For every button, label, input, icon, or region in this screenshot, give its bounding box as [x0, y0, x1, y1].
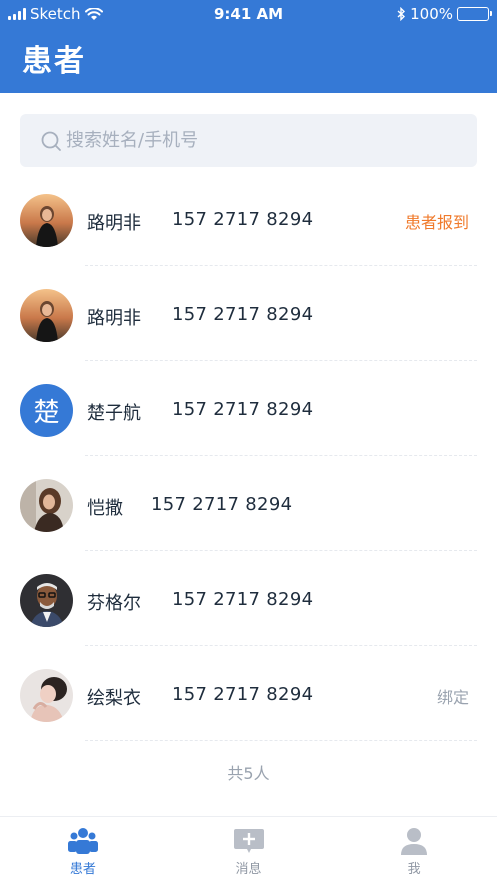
patient-row[interactable]: 绘梨衣 157 2717 8294 绑定: [20, 643, 477, 741]
search-bar[interactable]: [20, 114, 477, 167]
search-input[interactable]: [66, 130, 446, 151]
tab-me[interactable]: 我: [331, 817, 497, 883]
tab-bar: 患者 消息 我: [0, 816, 497, 883]
profile-icon: [401, 828, 428, 855]
patient-name: 路明非: [87, 308, 141, 329]
patient-phone: 157 2717 8294: [172, 589, 314, 610]
patient-name: 恺撒: [87, 498, 123, 519]
avatar: [20, 479, 73, 532]
divider: [85, 740, 477, 741]
patient-total: 共5人: [227, 764, 270, 783]
patient-name: 楚子航: [87, 403, 141, 424]
patient-phone: 157 2717 8294: [172, 209, 314, 230]
avatar: [20, 669, 73, 722]
patients-icon: [67, 828, 98, 854]
battery-icon: [457, 7, 492, 21]
status-badge: 患者报到: [404, 213, 469, 232]
tab-label: 患者: [69, 862, 96, 877]
avatar: [20, 194, 73, 247]
patient-row[interactable]: 恺撒 157 2717 8294: [20, 453, 477, 551]
search-icon: [41, 131, 61, 151]
bluetooth-icon: [397, 7, 406, 21]
page-title: 患者: [22, 44, 86, 79]
patient-name: 绘梨衣: [87, 688, 141, 709]
patient-row[interactable]: 楚 楚子航 157 2717 8294: [20, 358, 477, 456]
avatar: 楚: [20, 384, 73, 437]
bind-badge[interactable]: 绑定: [437, 684, 469, 708]
patient-name: 路明非: [87, 213, 141, 234]
patient-row[interactable]: 路明非 157 2717 8294: [20, 263, 477, 361]
header-bar: Sketch 9:41 AM 100% 患者: [0, 0, 497, 93]
patient-name: 芬格尔: [87, 593, 141, 614]
status-bar: Sketch 9:41 AM 100%: [0, 0, 497, 28]
patient-row[interactable]: 芬格尔 157 2717 8294: [20, 548, 477, 646]
tab-patients[interactable]: 患者: [0, 817, 166, 883]
battery-percent: 100%: [410, 5, 453, 23]
patient-phone: 157 2717 8294: [151, 494, 293, 515]
message-icon: [233, 829, 264, 853]
patient-row[interactable]: 路明非 157 2717 8294 患者报到: [20, 168, 477, 266]
tab-label: 我: [407, 862, 421, 877]
tab-label: 消息: [235, 862, 262, 877]
tab-messages[interactable]: 消息: [166, 817, 332, 883]
patient-phone: 157 2717 8294: [172, 304, 314, 325]
patient-phone: 157 2717 8294: [172, 399, 314, 420]
avatar: [20, 574, 73, 627]
patient-phone: 157 2717 8294: [172, 684, 314, 705]
avatar: [20, 289, 73, 342]
